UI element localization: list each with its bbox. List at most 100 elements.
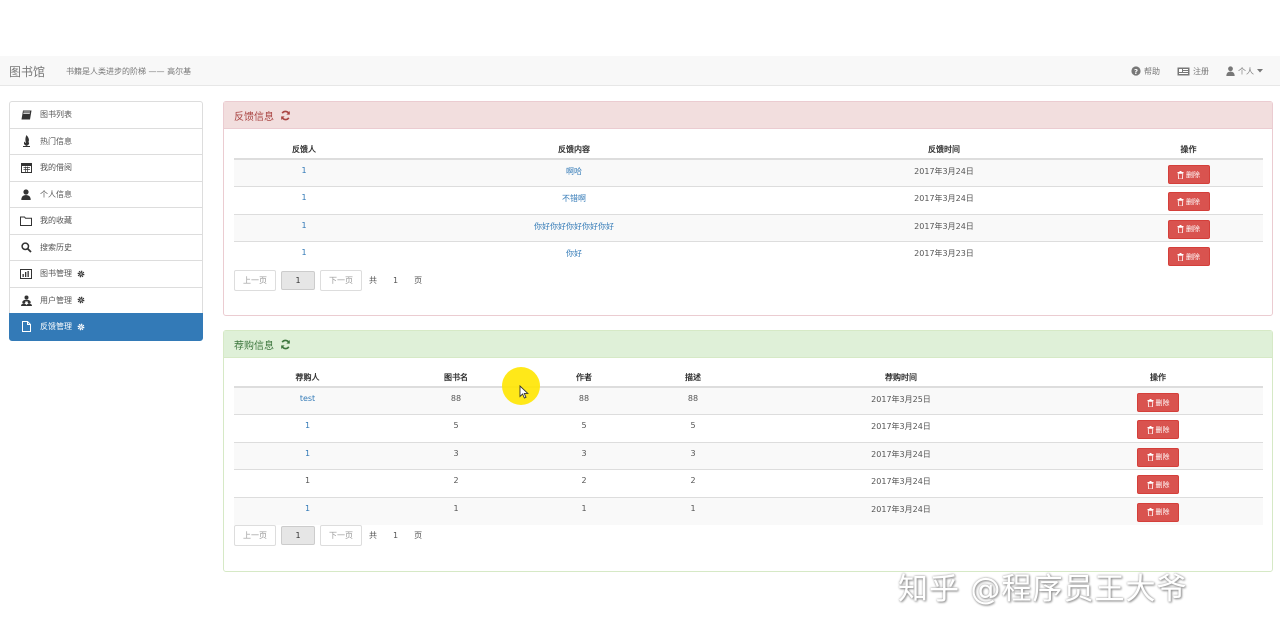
svg-text:?: ? (1134, 68, 1138, 76)
recommend-desc: 88 (687, 394, 699, 403)
refresh-icon[interactable] (280, 110, 291, 121)
feedback-time: 2017年3月24日 (914, 194, 974, 203)
delete-button[interactable]: 删除 (1137, 420, 1179, 439)
next-page-button[interactable]: 下一页 (320, 525, 362, 546)
recommend-user: 1 (304, 476, 311, 485)
current-page-input[interactable]: 1 (281, 526, 315, 545)
recommend-user-link[interactable]: 1 (305, 421, 310, 430)
recommend-user-link[interactable]: 1 (305, 449, 310, 458)
sidebar-item-book-manage[interactable]: 图书管理 (9, 260, 203, 288)
mouse-cursor-icon (519, 385, 529, 399)
delete-button[interactable]: 删除 (1167, 219, 1210, 239)
delete-label: 删除 (1155, 425, 1170, 434)
motto-text: 书籍是人类进步的阶梯 —— 高尔基 (66, 67, 192, 76)
bar-chart-icon (20, 268, 32, 280)
feedback-user-link[interactable]: 1 (301, 193, 306, 202)
delete-button[interactable]: 删除 (1167, 247, 1210, 266)
column-header: 反馈内容 (374, 140, 774, 160)
gear-icon (77, 270, 85, 278)
recommend-book: 3 (453, 448, 459, 458)
trash-icon (1147, 453, 1153, 461)
sidebar-item-label: 个人信息 (40, 189, 72, 199)
delete-button[interactable]: 删除 (1137, 447, 1179, 467)
recommend-desc: 5 (690, 421, 696, 430)
delete-label: 删除 (1186, 170, 1200, 179)
feedback-time: 2017年3月24日 (914, 167, 974, 176)
sidebar: 图书列表 热门信息 我的借阅 个人信息 我的收藏 搜索历史 图书管理 用户管理 … (9, 101, 203, 341)
delete-button[interactable]: 删除 (1167, 192, 1210, 211)
sidebar-item-my-borrow[interactable]: 我的借阅 (9, 154, 203, 182)
file-icon (20, 321, 32, 333)
table-row: 1 啊哈 2017年3月24日 删除 (234, 158, 1263, 187)
trash-icon (1177, 252, 1184, 261)
table-row: 1 你好 2017年3月23日 删除 (234, 241, 1263, 269)
table-row: 1 不错啊 2017年3月24日 删除 (234, 186, 1263, 214)
sidebar-item-label: 图书列表 (40, 110, 72, 120)
delete-button[interactable]: 删除 (1137, 502, 1179, 522)
brand-logo[interactable]: 图书馆 (9, 63, 45, 80)
feedback-content-link[interactable]: 啊哈 (566, 167, 582, 176)
column-header: 操作 (1114, 140, 1263, 160)
delete-button[interactable]: 删除 (1167, 165, 1210, 184)
delete-button[interactable]: 删除 (1137, 475, 1179, 494)
trash-icon (1177, 197, 1184, 206)
id-card-icon (1177, 67, 1190, 75)
feedback-pager: 上一页 1 下一页 共 1 页 (234, 270, 436, 291)
delete-button[interactable]: 删除 (1137, 393, 1179, 412)
trash-icon (1147, 480, 1153, 489)
feedback-content-link[interactable]: 你好你好你好你好你好 (534, 222, 614, 231)
watermark: 知乎 @程序员王大爷 (898, 572, 1188, 607)
feedback-content-link[interactable]: 不错啊 (562, 194, 586, 203)
sidebar-item-hot-info[interactable]: 热门信息 (9, 127, 203, 155)
feedback-content-link[interactable]: 你好 (566, 249, 582, 258)
top-navbar: 图书馆 书籍是人类进步的阶梯 —— 高尔基 ? 帮助 注册 个人 (0, 56, 1280, 86)
column-header: 反馈时间 (774, 140, 1114, 160)
fire-icon (20, 135, 32, 148)
recommend-desc: 3 (690, 448, 696, 458)
feedback-time: 2017年3月23日 (914, 249, 974, 258)
recommend-user-link[interactable]: test (300, 394, 315, 403)
prev-page-button[interactable]: 上一页 (234, 270, 276, 291)
feedback-user-link[interactable]: 1 (301, 221, 306, 230)
sidebar-item-label: 用户管理 (40, 295, 72, 305)
sidebar-item-feedback-manage[interactable]: 反馈管理 (9, 313, 203, 341)
sidebar-item-book-list[interactable]: 图书列表 (9, 101, 203, 129)
recommend-table: 荐购人 图书名 作者 描述 荐购时间 操作 test 88 88 88 2017… (234, 368, 1263, 525)
recommend-author: 88 (578, 394, 590, 403)
sidebar-item-search-history[interactable]: 搜索历史 (9, 233, 203, 261)
calendar-icon (20, 162, 32, 174)
next-page-button[interactable]: 下一页 (320, 270, 362, 291)
nav-register-link[interactable]: 注册 (1177, 66, 1209, 77)
total-pages: 1 (393, 531, 399, 540)
delete-label: 删除 (1155, 508, 1170, 516)
gear-icon (77, 323, 85, 331)
recommend-author: 3 (581, 448, 587, 458)
column-header: 描述 (637, 368, 749, 388)
sidebar-item-label: 反馈管理 (40, 322, 72, 332)
recommend-user-link[interactable]: 1 (305, 504, 310, 513)
recommend-time: 2017年3月24日 (871, 504, 931, 514)
delete-label: 删除 (1186, 197, 1200, 206)
nav-user-dropdown[interactable]: 个人 (1226, 66, 1263, 77)
sidebar-item-my-favorites[interactable]: 我的收藏 (9, 207, 203, 235)
refresh-icon[interactable] (280, 339, 291, 350)
trash-icon (1177, 170, 1184, 179)
recommend-author: 5 (581, 421, 587, 430)
current-page-input[interactable]: 1 (281, 271, 315, 290)
folder-icon (20, 215, 32, 227)
sidebar-item-user-manage[interactable]: 用户管理 (9, 286, 203, 314)
trash-icon (1147, 508, 1153, 516)
prev-page-button[interactable]: 上一页 (234, 525, 276, 546)
book-icon (20, 109, 32, 121)
delete-label: 删除 (1155, 453, 1170, 461)
table-row: 1 你好你好你好你好你好 2017年3月24日 删除 (234, 213, 1263, 242)
feedback-user-link[interactable]: 1 (301, 166, 306, 175)
feedback-table: 反馈人 反馈内容 反馈时间 操作 1 啊哈 2017年3月24日 删除 1 不错… (234, 140, 1263, 269)
sidebar-item-personal-info[interactable]: 个人信息 (9, 180, 203, 208)
total-suffix: 页 (414, 276, 423, 285)
recommend-panel-header: 荐购信息 (224, 331, 1272, 358)
question-circle-icon: ? (1131, 66, 1141, 76)
nav-help-link[interactable]: ? 帮助 (1131, 66, 1160, 77)
feedback-user-link[interactable]: 1 (301, 248, 306, 257)
column-header: 作者 (531, 368, 637, 388)
